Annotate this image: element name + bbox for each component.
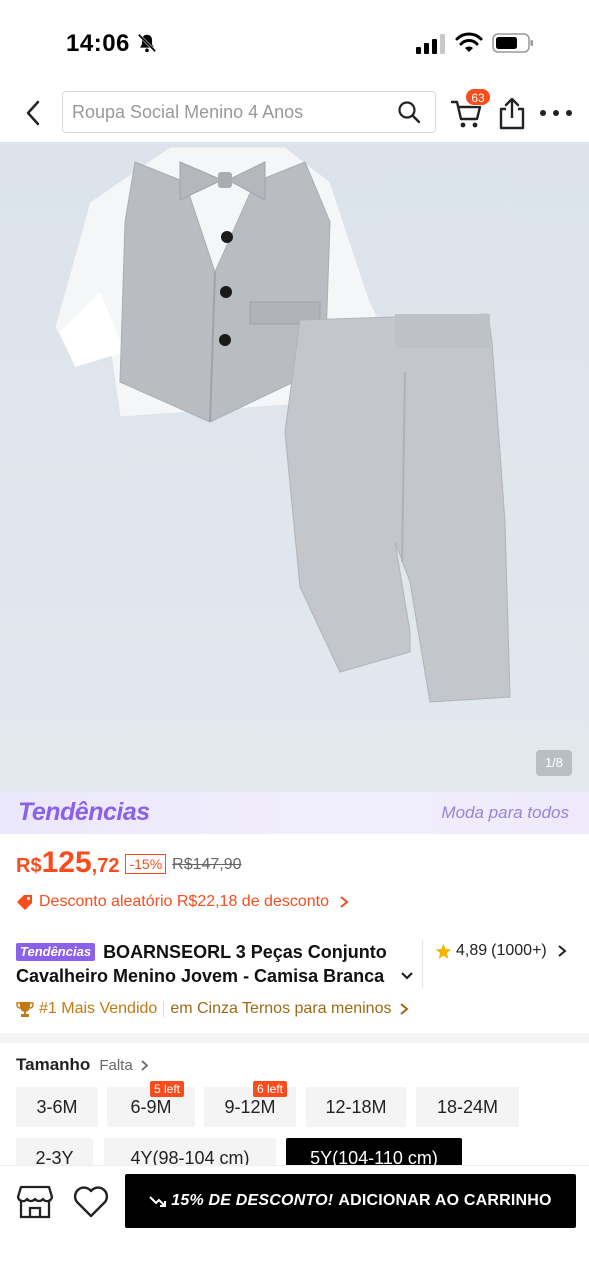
product-title[interactable]: Tendências BOARNSEORL 3 Peças Conjunto C… <box>16 940 420 988</box>
rating-score: 4,89 <box>456 942 488 959</box>
price-decimal: ,72 <box>91 855 120 877</box>
status-bar: 14:06 <box>0 0 589 86</box>
section-divider <box>0 1033 589 1043</box>
bottom-action-bar: 15% DE DESCONTO! ADICIONAR AO CARRINHO <box>0 1165 589 1280</box>
search-input[interactable] <box>72 92 392 132</box>
original-price: R$147,90 <box>172 856 242 873</box>
low-stock-badge: 5 left <box>150 1081 185 1097</box>
price-row: R$ 125 ,72 -15% R$147,90 <box>16 846 242 882</box>
size-option-18-24m[interactable]: 18-24M <box>416 1087 519 1127</box>
trophy-icon <box>16 1002 34 1017</box>
rating-count: (1000+) <box>491 942 547 959</box>
bestseller-row[interactable]: #1 Mais Vendido em Cinza Ternos para men… <box>16 998 410 1020</box>
bestseller-label: #1 Mais Vendido <box>39 1000 158 1017</box>
bestseller-category: em Cinza Ternos para meninos <box>170 1000 392 1017</box>
add-to-cart-label: ADICIONAR AO CARRINHO <box>338 1192 552 1209</box>
status-time: 14:06 <box>66 30 130 57</box>
discount-badge: -15% <box>125 854 167 874</box>
trends-banner[interactable]: Tendências Moda para todos <box>0 792 589 834</box>
dot-icon <box>540 110 546 116</box>
trend-down-icon <box>149 1196 167 1207</box>
coupon-row[interactable]: Desconto aleatório R$22,18 de desconto <box>16 891 349 913</box>
battery-icon <box>492 33 533 53</box>
wifi-icon <box>455 32 483 52</box>
price-currency: R$ <box>16 855 42 877</box>
store-icon[interactable] <box>16 1184 54 1220</box>
back-button[interactable] <box>16 96 50 130</box>
chevron-right-icon <box>558 945 567 957</box>
product-image-gallery[interactable]: 1/8 <box>0 142 589 792</box>
chevron-left-icon <box>26 100 40 126</box>
chevron-right-icon <box>400 1003 410 1015</box>
star-icon <box>435 943 452 959</box>
size-header[interactable]: Tamanho Falta <box>16 1055 149 1075</box>
bell-muted-icon <box>137 33 157 53</box>
chevron-down-icon[interactable] <box>400 970 414 982</box>
dot-icon <box>566 110 572 116</box>
low-stock-badge: 6 left <box>253 1081 288 1097</box>
more-options-button[interactable] <box>540 100 572 126</box>
add-to-cart-button[interactable]: 15% DE DESCONTO! ADICIONAR AO CARRINHO <box>125 1174 576 1228</box>
search-box[interactable] <box>62 91 436 133</box>
size-option-3-6m[interactable]: 3-6M <box>16 1087 98 1127</box>
promo-text: 15% DE DESCONTO! <box>171 1192 334 1209</box>
size-option-12-18m[interactable]: 12-18M <box>306 1087 406 1127</box>
title-line-2: Cavalheiro Menino Jovem - Camisa Branca <box>16 966 385 986</box>
size-status: Falta <box>99 1056 133 1074</box>
chevron-right-icon <box>340 896 349 908</box>
coupon-text: Desconto aleatório R$22,18 de desconto <box>39 893 329 910</box>
title-line-1: BOARNSEORL 3 Peças Conjunto <box>103 942 387 962</box>
dot-icon <box>553 110 559 116</box>
trends-tagline: Moda para todos <box>441 803 569 822</box>
image-counter: 1/8 <box>536 750 572 776</box>
signal-icon <box>416 34 445 54</box>
share-icon[interactable] <box>497 96 527 130</box>
search-icon[interactable] <box>397 100 421 124</box>
cart-count-badge: 63 <box>465 88 491 106</box>
heart-icon[interactable] <box>72 1184 110 1220</box>
price-integer: 125 <box>41 846 92 879</box>
tag-icon <box>17 895 32 910</box>
trends-logo: Tendências <box>18 798 150 826</box>
size-label: Tamanho <box>16 1055 91 1074</box>
divider <box>163 1001 165 1017</box>
trends-tag: Tendências <box>16 943 96 961</box>
product-photo <box>0 142 589 792</box>
rating[interactable]: 4,89 (1000+) <box>435 942 567 960</box>
chevron-right-icon <box>141 1059 149 1071</box>
top-nav: 63 <box>0 86 589 142</box>
divider <box>422 940 423 988</box>
